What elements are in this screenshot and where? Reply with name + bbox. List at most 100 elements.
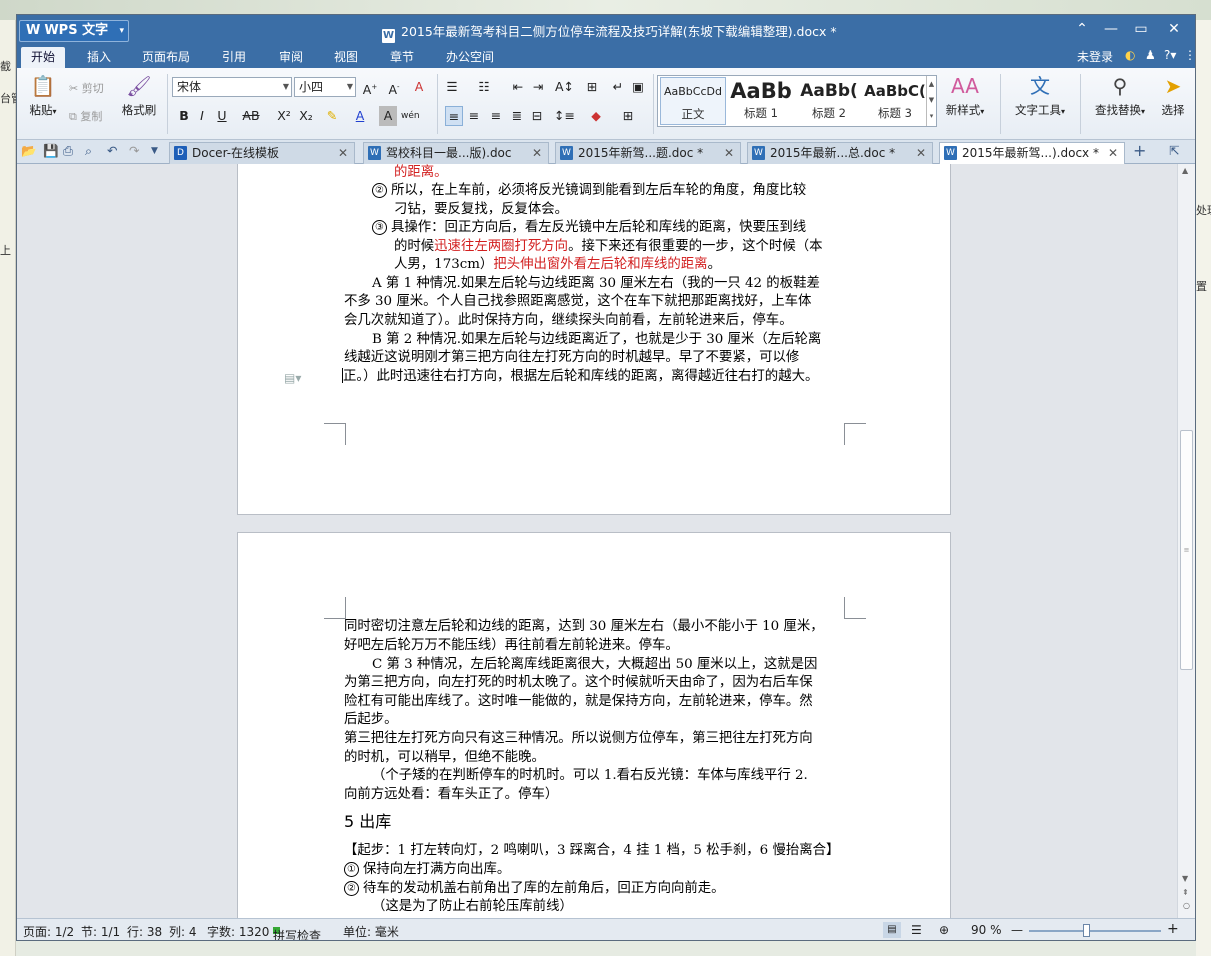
tab-page-layout[interactable]: 页面布局 — [132, 47, 200, 68]
font-name-select[interactable]: 宋体 ▼ — [172, 77, 292, 97]
tab-docer-templates[interactable]: D Docer-在线模板 ✕ — [169, 142, 355, 164]
zoom-level[interactable]: 90 % — [971, 923, 1002, 937]
open-folder-icon[interactable]: 📂 — [21, 143, 37, 159]
select-button[interactable]: ➤ 选择 — [1157, 74, 1189, 118]
more-icon[interactable]: ⋮ — [1184, 48, 1195, 62]
shrink-font-icon[interactable]: A- — [385, 77, 403, 97]
tab-references[interactable]: 引用 — [212, 47, 256, 68]
find-replace-button[interactable]: ⚲ 查找替换▾ — [1085, 74, 1155, 118]
char-shading-icon[interactable]: A — [379, 106, 397, 126]
decrease-indent-icon[interactable]: ⇤ — [509, 77, 527, 97]
save-icon[interactable]: 💾 — [43, 143, 59, 159]
tab-view[interactable]: 视图 — [324, 47, 368, 68]
paragraph-options-icon[interactable]: ▤▾ — [284, 371, 301, 385]
tab-list-icon[interactable]: ⇱ — [1169, 143, 1179, 158]
paragraph-mark-icon[interactable]: ↵ — [609, 77, 627, 97]
grow-font-icon[interactable]: A+ — [361, 77, 379, 97]
align-left-icon[interactable]: ≡ — [445, 106, 463, 126]
shirt-icon[interactable]: ♟ — [1145, 48, 1156, 62]
bullet-list-icon[interactable]: ☰ — [443, 77, 461, 97]
scroll-down-icon[interactable]: ▼ — [1182, 874, 1188, 883]
tab-chapter[interactable]: 章节 — [380, 47, 424, 68]
zoom-slider-thumb[interactable] — [1083, 924, 1090, 937]
scroll-thumb[interactable]: ≡ — [1180, 430, 1193, 670]
outline-view-icon[interactable]: ☰ — [911, 923, 922, 937]
style-heading-3[interactable]: AaBbC(标题 3 — [862, 77, 928, 125]
increase-indent-icon[interactable]: ⇥ — [529, 77, 547, 97]
close-button[interactable]: ✕ — [1164, 21, 1184, 37]
bold-icon[interactable]: B — [175, 106, 193, 126]
style-gallery-scroll[interactable]: ▲ ▼ ▾ — [926, 76, 936, 126]
paste-button[interactable]: 📋 粘贴▾ — [23, 74, 63, 118]
tab-document[interactable]: W 2015年最新...总.doc * ✕ — [747, 142, 933, 164]
italic-icon[interactable]: I — [193, 106, 211, 126]
browse-object-icon[interactable]: ○ — [1183, 901, 1190, 910]
format-painter-button[interactable]: 🖌 格式刷 — [117, 74, 161, 118]
tab-home[interactable]: 开始 — [21, 47, 66, 68]
tab-insert[interactable]: 插入 — [77, 47, 121, 68]
text-tools-button[interactable]: 文文字工具▾ — [1007, 74, 1073, 118]
highlight-icon[interactable]: ✎ — [323, 106, 341, 126]
line-spacing-icon[interactable]: ↕≡ — [554, 106, 575, 126]
align-right-icon[interactable]: ≡ — [487, 106, 505, 126]
table-icon[interactable]: ⊞ — [583, 77, 601, 97]
close-icon[interactable]: ✕ — [1108, 143, 1118, 163]
minimize-button[interactable]: — — [1101, 21, 1121, 37]
new-style-button[interactable]: AA 新样式▾ — [937, 74, 993, 118]
strikethrough-icon[interactable]: AB — [239, 106, 263, 126]
phonetic-guide-icon[interactable]: wén — [401, 106, 420, 126]
prev-page-icon[interactable]: ⇞ — [1182, 888, 1189, 897]
zoom-out-icon[interactable]: — — [1011, 923, 1023, 937]
show-hide-icon[interactable]: ▣ — [629, 77, 647, 97]
scroll-up-icon[interactable]: ▲ — [1182, 166, 1188, 175]
numbered-list-icon[interactable]: ☷ — [475, 77, 493, 97]
shading-icon[interactable]: ◆ — [587, 106, 605, 126]
login-link[interactable]: 未登录 — [1077, 48, 1113, 65]
zoom-slider[interactable] — [1029, 930, 1161, 932]
justify-icon[interactable]: ≣ — [508, 106, 526, 126]
page-view-icon[interactable]: ▤ — [883, 922, 901, 938]
document-canvas[interactable]: 的距离。 ② 所以，在上车前，必须将反光镜调到能看到左后车轮的角度，角度比较 刁钻… — [17, 164, 1177, 918]
wps-app-menu-button[interactable]: W WPS 文字 ▾ — [19, 20, 129, 42]
font-size-select[interactable]: 小四 ▼ — [294, 77, 356, 97]
tab-office-space[interactable]: 办公空间 — [436, 47, 504, 68]
help-icon[interactable]: ?▾ — [1164, 48, 1176, 62]
new-tab-icon[interactable]: + — [1133, 141, 1146, 160]
tab-document-active[interactable]: W 2015年最新驾...).docx * ✕ — [939, 142, 1125, 164]
chevron-up-icon[interactable]: ⌃ — [1072, 21, 1092, 37]
font-color-icon[interactable]: A — [351, 106, 369, 126]
zoom-in-icon[interactable]: + — [1167, 921, 1179, 937]
print-preview-icon[interactable]: ⌕ — [85, 143, 92, 159]
close-icon[interactable]: ✕ — [532, 143, 542, 163]
underline-icon[interactable]: U — [213, 106, 231, 126]
close-icon[interactable]: ✕ — [338, 143, 348, 163]
redo-icon[interactable]: ↷ — [129, 143, 139, 158]
borders-icon[interactable]: ⊞ — [619, 106, 637, 126]
status-unit[interactable]: 单位: 毫米 — [343, 923, 399, 940]
customize-toolbar-icon[interactable]: ▼ — [151, 146, 158, 156]
close-icon[interactable]: ✕ — [724, 143, 734, 163]
skin-icon[interactable]: ◐ — [1125, 48, 1135, 62]
align-center-icon[interactable]: ≡ — [465, 106, 483, 126]
superscript-icon[interactable]: X² — [275, 106, 293, 126]
distribute-icon[interactable]: ⊟ — [528, 106, 546, 126]
clear-format-icon[interactable]: A — [410, 77, 428, 97]
copy-button[interactable]: ⧉ 复制 — [69, 108, 102, 124]
title-bar[interactable]: W WPS 文字 ▾ W 2015年最新驾考科目二侧方位停车流程及技巧详解(东坡下载编… — [17, 15, 1195, 45]
style-heading-2[interactable]: AaBb(标题 2 — [796, 77, 862, 125]
tab-document[interactable]: W 2015年新驾...题.doc * ✕ — [555, 142, 741, 164]
status-word-count[interactable]: 字数: 1320 — [207, 923, 269, 940]
style-normal[interactable]: AaBbCcDd 正文 — [660, 77, 726, 125]
style-heading-1[interactable]: AaBb 标题 1 — [728, 77, 794, 125]
vertical-scrollbar[interactable]: ▲ ≡ ▼ ⇞ ○ — [1177, 164, 1195, 918]
cut-button[interactable]: ✂ 剪切 — [69, 80, 104, 96]
undo-icon[interactable]: ↶ — [107, 143, 117, 158]
subscript-icon[interactable]: X₂ — [297, 106, 315, 126]
tab-review[interactable]: 审阅 — [269, 47, 313, 68]
text-direction-icon[interactable]: A↕ — [555, 77, 574, 97]
close-icon[interactable]: ✕ — [916, 143, 926, 163]
maximize-button[interactable]: ▭ — [1131, 21, 1151, 37]
print-icon[interactable]: ⎙ — [63, 143, 73, 159]
web-view-icon[interactable]: ⊕ — [939, 923, 949, 937]
tab-document[interactable]: W 驾校科目一最...版).doc ✕ — [363, 142, 549, 164]
